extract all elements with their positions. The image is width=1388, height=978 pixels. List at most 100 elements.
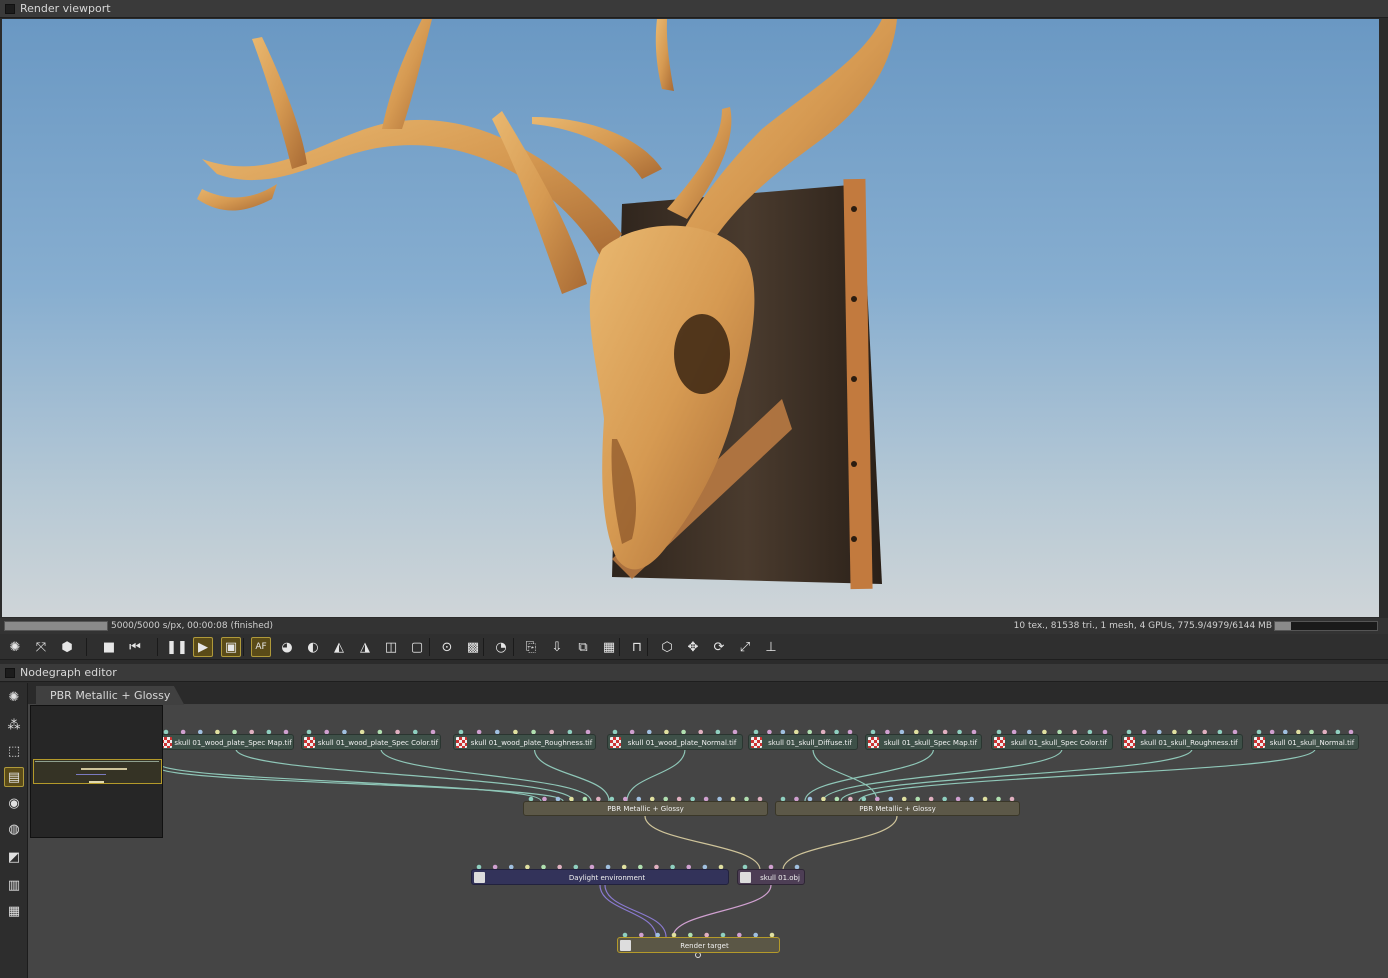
clipboard-icon[interactable]: ⎘ [521,637,541,657]
node-wire [533,748,610,802]
node-label: skull 01_skull_Spec Map.tif [883,739,978,747]
material-node-pbr[interactable]: PBR Metallic + Glossy [775,801,1020,816]
axis-icon[interactable]: ⊥ [761,637,781,657]
node-wire [858,748,1316,802]
render-progress-bar [4,621,108,631]
texture-node[interactable]: skull 01_wood_plate_Spec Color.tif [301,734,441,750]
texture-node[interactable]: skull 01_skull_Roughness.tif [1121,734,1243,750]
node-label: skull 01_skull_Normal.tif [1269,739,1355,747]
texture-node[interactable]: skull 01_skull_Diffuse.tif [748,734,858,750]
node-output-pin [695,952,701,958]
grid-icon[interactable]: ▦ [4,901,24,921]
panel-toggle-checkbox[interactable] [5,4,15,14]
focus-picker-icon[interactable]: ◭ [329,637,349,657]
node-wire [672,884,772,938]
nodegraph-minimap[interactable] [30,705,163,838]
toolbar-separator [619,638,620,656]
af-icon[interactable]: AF [251,637,271,657]
region-icon[interactable]: ◫ [381,637,401,657]
node-type-icon [620,940,631,951]
arrange-icon[interactable]: ⁂ [4,715,24,735]
image-texture-icon [1254,737,1265,748]
render-viewport[interactable] [2,19,1379,617]
texture-node[interactable]: skull 01_wood_plate_Roughness.tif [453,734,596,750]
play-icon[interactable]: ▶ [193,637,213,657]
restart-icon[interactable]: ⏮ [125,637,145,657]
grid-magnet-icon[interactable]: ▥ [4,875,24,895]
render-target-node[interactable]: Render target [617,937,780,953]
render-viewport-title: Render viewport [20,2,111,15]
toolbar-separator [647,638,648,656]
texture-node[interactable]: skull 01_skull_Spec Color.tif [991,734,1113,750]
node-wire [604,884,667,938]
texture-node[interactable]: skull 01_skull_Normal.tif [1251,734,1359,750]
image-texture-icon [751,737,762,748]
texture-node[interactable]: skull 01_skull_Spec Map.tif [865,734,982,750]
checker-icon[interactable]: ▦ [599,637,619,657]
rotate-icon[interactable]: ⟳ [709,637,729,657]
toolbar-separator [513,638,514,656]
alpha-icon[interactable]: ▩ [463,637,483,657]
daylight-environment-node[interactable]: Daylight environment [471,869,729,885]
image-texture-icon [994,737,1005,748]
octane-logo-icon[interactable]: ✺ [4,687,24,707]
material-picker-icon[interactable]: ◐ [303,637,323,657]
node-label: Daylight environment [568,874,646,882]
render-status-text: 5000/5000 s/px, 00:00:08 (finished) [111,621,274,631]
zoom-icon[interactable]: ⊙ [437,637,457,657]
render-viewport-header: Render viewport [0,0,1388,18]
node-label: Render target [680,942,729,950]
select-icon[interactable]: ⬚ [4,741,24,761]
toolbar-separator [429,638,430,656]
image-texture-icon [1124,737,1135,748]
node-wire [782,815,898,871]
render-status-bar: 5000/5000 s/px, 00:00:08 (finished) 10 t… [0,618,1388,634]
panel-toggle-checkbox[interactable] [5,668,15,678]
octane-logo-icon[interactable]: ✺ [5,637,25,657]
minimap-icon[interactable]: ▤ [4,767,24,787]
gauge-icon[interactable]: ◔ [491,637,511,657]
lock-icon[interactable]: ⊓ [627,637,647,657]
tab-pbr-metallic-glossy[interactable]: PBR Metallic + Glossy [36,686,185,705]
node-label: skull 01.obj [760,874,800,882]
toolbar-separator [86,638,87,656]
pause-icon[interactable]: ❚❚ [166,637,188,657]
nodegraph-canvas[interactable]: skull 01_wood_plate_Spec Map.tif skull 01… [28,705,1388,978]
cube-display-icon[interactable]: ⬢ [57,637,77,657]
copy-image-icon[interactable]: ⧉ [573,637,593,657]
stop-icon[interactable]: ■ [99,637,119,657]
nodegraph-editor-title: Nodegraph editor [20,666,117,679]
color-wheel-icon[interactable]: ◕ [277,637,297,657]
reset-view-icon[interactable]: ⤧ [31,637,51,657]
toolbar-separator [157,638,158,656]
texture-node[interactable]: skull 01_wood_plate_Spec Map.tif [158,734,294,750]
scene-stats-text: 10 tex., 81538 tri., 1 mesh, 4 GPUs, 775… [1013,621,1272,631]
node-label: PBR Metallic + Glossy [859,805,936,813]
node-wire [840,748,1193,802]
sphere-icon[interactable]: ◍ [4,819,24,839]
node-wire [626,748,686,802]
geometry-node[interactable]: skull 01.obj [737,869,805,885]
texture-node[interactable]: skull 01_wood_plate_Normal.tif [607,734,743,750]
node-label: skull 01_wood_plate_Spec Map.tif [174,739,292,747]
white-balance-picker-icon[interactable]: ◮ [355,637,375,657]
image-texture-icon [610,737,621,748]
monitor-icon[interactable]: ▣ [221,637,241,657]
toolbar-separator [243,638,244,656]
node-label: skull 01_skull_Roughness.tif [1140,739,1238,747]
scale-icon[interactable]: ⤢ [735,637,755,657]
node-label: skull 01_wood_plate_Roughness.tif [470,739,593,747]
image-texture-icon [304,737,315,748]
texture-icon[interactable]: ◩ [4,847,24,867]
nodegraph-tab-bar: PBR Metallic + Glossy [28,683,1388,705]
film-region-icon[interactable]: ▢ [407,637,427,657]
material-node-pbr[interactable]: PBR Metallic + Glossy [523,801,768,816]
node-type-icon [474,872,485,883]
node-label: skull 01_skull_Diffuse.tif [768,739,852,747]
toolbar-separator [483,638,484,656]
node-wire [599,884,657,938]
material-ball-icon[interactable]: ◉ [4,793,24,813]
save-image-icon[interactable]: ⇩ [547,637,567,657]
viewport-cube-icon[interactable]: ⬡ [657,637,677,657]
move-icon[interactable]: ✥ [683,637,703,657]
